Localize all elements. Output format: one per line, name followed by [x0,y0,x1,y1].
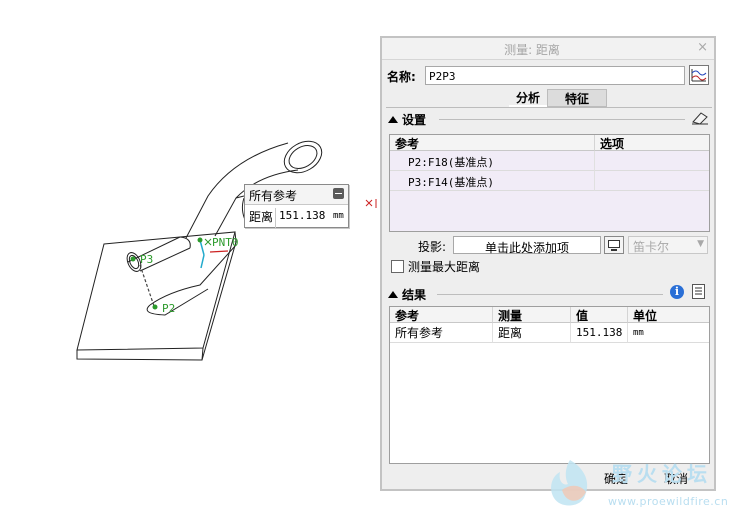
popup-header: 所有参考 [245,185,348,205]
monitor-icon[interactable] [604,236,624,254]
measure-popup[interactable]: 所有参考 距离 151.138 mm [244,184,349,229]
table-cell[interactable]: mm [628,323,709,343]
popup-distance-unit: mm [333,211,344,221]
results-col-unit: 单位 [628,307,709,323]
popup-title: 所有参考 [249,189,298,203]
coord-system-select[interactable]: 笛卡尔 ▼ [628,236,708,254]
name-label: 名称: [387,70,416,84]
chevron-down-icon: ▼ [697,239,704,249]
collapse-triangle-icon [388,116,398,123]
popup-distance-row: 距离 151.138 mm [245,205,348,229]
popup-distance-value: 151.138 [279,209,326,222]
table-cell[interactable] [595,171,709,191]
results-col-measure: 测量 [493,307,571,323]
results-table[interactable]: 参考 测量 值 单位 所有参考 距离 151.138 mm [389,306,710,464]
collapse-icon[interactable] [333,188,344,199]
eraser-icon[interactable] [690,111,710,125]
ok-button[interactable]: 确定 [591,469,641,487]
results-section-header[interactable]: 结果 [388,286,426,303]
wave-icon[interactable] [689,65,709,85]
pnt0-label: PNT0 [212,236,239,249]
tab-feature[interactable]: 特征 [547,89,607,107]
collapse-triangle-icon [388,291,398,298]
results-col-value: 值 [571,307,628,323]
settings-table[interactable]: 参考 选项 P2:F18(基准点) P3:F14(基准点) [389,134,710,232]
settings-col-ref: 参考 [390,135,595,151]
model-viewport[interactable]: PNT0 P3 P2 所有参考 距离 151.138 mm [0,0,380,519]
tab-analysis[interactable]: 分析 [509,89,547,107]
max-distance-checkbox[interactable] [391,260,404,273]
dialog-titlebar[interactable]: 测量: 距离 × [382,38,714,60]
results-col-ref: 参考 [390,307,493,323]
p2-label: P2 [162,302,176,315]
p3-label: P3 [140,253,154,266]
max-distance-label: 测量最大距离 [408,260,481,274]
table-cell[interactable]: 所有参考 [390,323,493,343]
report-icon[interactable] [692,284,705,299]
cancel-button[interactable]: 取消 [651,469,701,487]
table-cell[interactable]: 距离 [493,323,571,343]
projection-label: 投影: [418,240,447,254]
table-cell[interactable] [595,151,709,171]
model-graphics [76,140,377,361]
table-row[interactable]: P2:F18(基准点) [390,151,595,171]
table-row[interactable]: P3:F14(基准点) [390,171,595,191]
close-icon[interactable]: × [697,40,708,55]
dialog-title: 测量: 距离 [504,43,560,57]
watermark-url: www.proewildfire.cn [608,495,729,508]
table-cell[interactable]: 151.138 [571,323,628,343]
name-field[interactable]: P2P3 [425,66,685,85]
settings-col-option: 选项 [595,135,709,151]
popup-distance-label: 距离 [249,210,274,224]
measure-dialog: 测量: 距离 × 名称: P2P3 分析 特征 设置 参考 选项 P2:F18(… [380,36,716,491]
projection-field[interactable]: 单击此处添加项 [453,236,601,255]
info-icon[interactable]: i [670,285,684,299]
settings-section-header[interactable]: 设置 [388,111,426,128]
